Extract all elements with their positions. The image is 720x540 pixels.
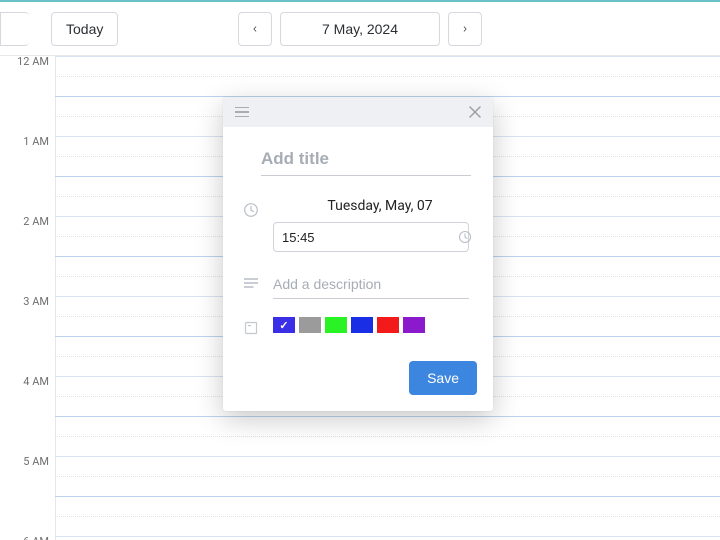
close-button[interactable] xyxy=(469,106,481,118)
current-date-button[interactable]: 7 May, 2024 xyxy=(280,12,440,46)
clock-icon xyxy=(243,198,259,218)
date-nav: 7 May, 2024 xyxy=(238,12,482,46)
hour-label: 1 AM xyxy=(0,135,55,148)
hour-label: 4 AM xyxy=(0,375,55,388)
hour-label: 6 AM xyxy=(0,535,55,540)
calendar-toolbar: Today 7 May, 2024 xyxy=(0,0,720,56)
chevron-left-icon xyxy=(253,23,257,35)
event-title-input[interactable] xyxy=(261,147,471,176)
hour-label: 5 AM xyxy=(0,455,55,468)
close-icon xyxy=(469,106,481,118)
drag-handle-icon[interactable] xyxy=(235,107,249,118)
color-swatch[interactable] xyxy=(377,317,399,333)
event-description-input[interactable] xyxy=(273,274,469,299)
hour-label: 2 AM xyxy=(0,215,55,228)
color-swatch[interactable] xyxy=(351,317,373,333)
hour-label: 12 AM xyxy=(0,56,55,68)
color-swatches xyxy=(273,317,473,333)
prev-day-button[interactable] xyxy=(238,12,272,46)
color-row xyxy=(243,317,473,335)
description-icon xyxy=(243,274,259,290)
time-picker-icon[interactable] xyxy=(458,230,472,244)
color-swatch[interactable] xyxy=(299,317,321,333)
color-swatch[interactable] xyxy=(325,317,347,333)
dialog-body: Tuesday, May, 07 xyxy=(223,127,493,351)
app-root: Today 7 May, 2024 12 AM 1 AM 2 AM 3 AM 4 AM 5… xyxy=(0,0,720,540)
color-swatch[interactable] xyxy=(273,317,295,333)
time-row: Tuesday, May, 07 xyxy=(243,198,473,252)
event-time-field[interactable] xyxy=(273,222,469,252)
description-row xyxy=(243,274,473,299)
dialog-footer: Save xyxy=(223,351,493,411)
event-date-text: Tuesday, May, 07 xyxy=(287,198,473,214)
tag-icon xyxy=(243,317,259,335)
dialog-header xyxy=(223,97,493,127)
prev-view-button-partial[interactable] xyxy=(0,12,29,46)
save-button[interactable]: Save xyxy=(409,361,477,395)
hour-row[interactable]: 5 AM xyxy=(0,456,720,536)
event-editor-dialog: Tuesday, May, 07 xyxy=(223,97,493,411)
today-button[interactable]: Today xyxy=(51,12,118,46)
event-time-input[interactable] xyxy=(282,230,458,245)
next-day-button[interactable] xyxy=(448,12,482,46)
hour-label: 3 AM xyxy=(0,295,55,308)
color-swatch[interactable] xyxy=(403,317,425,333)
hour-row[interactable]: 6 AM xyxy=(0,536,720,540)
chevron-right-icon xyxy=(463,23,467,35)
